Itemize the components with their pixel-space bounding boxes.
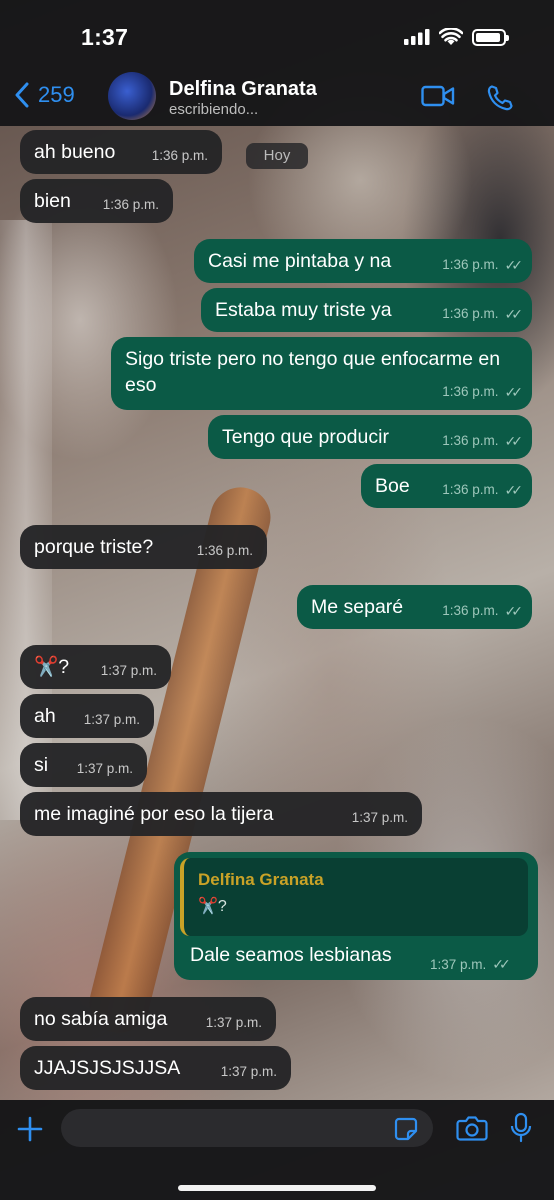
message-meta: 1:37 p.m. ✓✓ — [430, 956, 511, 973]
message-time: 1:36 p.m. — [102, 197, 159, 212]
back-button[interactable]: 259 — [14, 82, 75, 108]
message-bubble[interactable]: bien 1:36 p.m. — [20, 179, 173, 223]
message-text: porque triste? — [34, 536, 154, 558]
message-text: ah — [34, 705, 56, 727]
video-call-icon[interactable] — [421, 84, 455, 108]
message-bubble[interactable]: JJAJSJSJSJJSA 1:37 p.m. — [20, 1046, 291, 1090]
double-check-icon: ✓✓ — [492, 956, 511, 972]
battery-icon — [472, 28, 509, 46]
message-meta: 1:36 p.m. ✓✓ — [442, 252, 524, 278]
message-bubble[interactable]: no sabía amiga 1:37 p.m. — [20, 997, 276, 1041]
message-time: 1:36 p.m. — [442, 306, 499, 321]
double-check-icon: ✓✓ — [504, 384, 524, 400]
message-bubble[interactable]: me imaginé por eso la tijera 1:37 p.m. — [20, 792, 422, 836]
message-time: 1:36 p.m. — [151, 148, 208, 163]
quote-author: Delfina Granata — [198, 870, 324, 889]
plus-icon[interactable] — [16, 1115, 44, 1143]
message-bubble[interactable]: Me separé 1:36 p.m. ✓✓ — [297, 585, 532, 629]
status-time: 1:37 — [81, 24, 129, 50]
top-bar: 1:37 259 Delfina Granata escribiendo... — [0, 0, 554, 126]
message-meta: 1:37 p.m. — [101, 658, 157, 684]
message-meta: 1:37 p.m. — [77, 756, 133, 782]
message-meta: 1:36 p.m. — [152, 143, 208, 169]
message-input[interactable] — [61, 1109, 433, 1147]
date-chip: Hoy — [246, 143, 308, 169]
message-meta: 1:37 p.m. — [206, 1010, 262, 1036]
message-bubble[interactable]: ah bueno 1:36 p.m. — [20, 130, 222, 174]
message-bubble[interactable]: Estaba muy triste ya 1:36 p.m. ✓✓ — [201, 288, 532, 332]
message-text: Boe — [375, 475, 410, 497]
message-time: 1:36 p.m. — [442, 384, 499, 399]
message-time: 1:36 p.m. — [442, 433, 499, 448]
message-meta: 1:36 p.m. ✓✓ — [442, 598, 524, 624]
message-bubble[interactable]: Tengo que producir 1:36 p.m. ✓✓ — [208, 415, 532, 459]
signal-icon — [404, 29, 430, 45]
message-text: no sabía amiga — [34, 1008, 168, 1030]
avatar[interactable] — [108, 72, 156, 120]
message-meta: 1:37 p.m. — [352, 805, 408, 831]
message-text: Tengo que producir — [222, 426, 389, 448]
message-text: Dale seamos lesbianas — [190, 944, 392, 966]
message-meta: 1:36 p.m. ✓✓ — [442, 379, 524, 405]
message-meta: 1:36 p.m. — [103, 192, 159, 218]
back-chevron-icon — [15, 82, 29, 108]
double-check-icon: ✓✓ — [504, 306, 524, 322]
back-count: 259 — [38, 82, 75, 107]
message-time: 1:37 p.m. — [83, 712, 140, 727]
message-time: 1:37 p.m. — [100, 663, 157, 678]
message-meta: 1:37 p.m. — [84, 707, 140, 733]
message-text: Casi me pintaba y na — [208, 250, 392, 272]
message-text: JJAJSJSJSJJSA — [34, 1057, 181, 1079]
message-time: 1:37 p.m. — [351, 810, 408, 825]
message-time: 1:36 p.m. — [442, 482, 499, 497]
message-bubble[interactable]: ✂️? 1:37 p.m. — [20, 645, 171, 689]
message-time: 1:36 p.m. — [442, 257, 499, 272]
message-text: bien — [34, 190, 71, 212]
message-meta: 1:36 p.m. — [197, 538, 253, 564]
message-bubble[interactable]: Casi me pintaba y na 1:36 p.m. ✓✓ — [194, 239, 532, 283]
message-text: si — [34, 754, 49, 776]
message-meta: 1:36 p.m. ✓✓ — [442, 428, 524, 454]
contact-status: escribiendo... — [169, 101, 259, 118]
double-check-icon: ✓✓ — [504, 257, 524, 273]
status-icons — [404, 28, 509, 46]
message-text: me imaginé por eso la tijera — [34, 803, 274, 825]
message-time: 1:36 p.m. — [196, 543, 253, 558]
double-check-icon: ✓✓ — [504, 603, 524, 619]
phone-icon[interactable] — [486, 84, 514, 112]
message-time: 1:37 p.m. — [220, 1064, 277, 1079]
message-time: 1:37 p.m. — [430, 957, 487, 972]
message-text: ✂️? — [34, 656, 70, 678]
quote-text: ✂️? — [198, 898, 227, 915]
camera-icon[interactable] — [456, 1114, 488, 1142]
message-text: Me separé — [311, 596, 404, 618]
message-meta: 1:36 p.m. ✓✓ — [442, 301, 524, 327]
message-bubble[interactable]: si 1:37 p.m. — [20, 743, 147, 787]
message-text: ah bueno — [34, 141, 116, 163]
message-time: 1:36 p.m. — [442, 603, 499, 618]
microphone-icon[interactable] — [510, 1112, 532, 1144]
wifi-icon — [439, 28, 463, 45]
message-meta: 1:36 p.m. ✓✓ — [442, 477, 524, 503]
message-bubble[interactable]: Sigo triste pero no tengo que enfocarme … — [111, 337, 532, 410]
message-time: 1:37 p.m. — [76, 761, 133, 776]
message-text: Estaba muy triste ya — [215, 299, 392, 321]
message-bubble[interactable]: Boe 1:36 p.m. ✓✓ — [361, 464, 532, 508]
message-time: 1:37 p.m. — [205, 1015, 262, 1030]
message-bubble[interactable]: porque triste? 1:36 p.m. — [20, 525, 267, 569]
message-meta: 1:37 p.m. — [221, 1059, 277, 1085]
message-bubble[interactable]: ah 1:37 p.m. — [20, 694, 154, 738]
home-indicator[interactable] — [178, 1185, 376, 1191]
sticker-icon[interactable] — [393, 1116, 419, 1142]
contact-name[interactable]: Delfina Granata — [169, 78, 317, 101]
double-check-icon: ✓✓ — [504, 482, 524, 498]
double-check-icon: ✓✓ — [504, 433, 524, 449]
quoted-message[interactable]: Delfina Granata ✂️? — [180, 858, 528, 936]
